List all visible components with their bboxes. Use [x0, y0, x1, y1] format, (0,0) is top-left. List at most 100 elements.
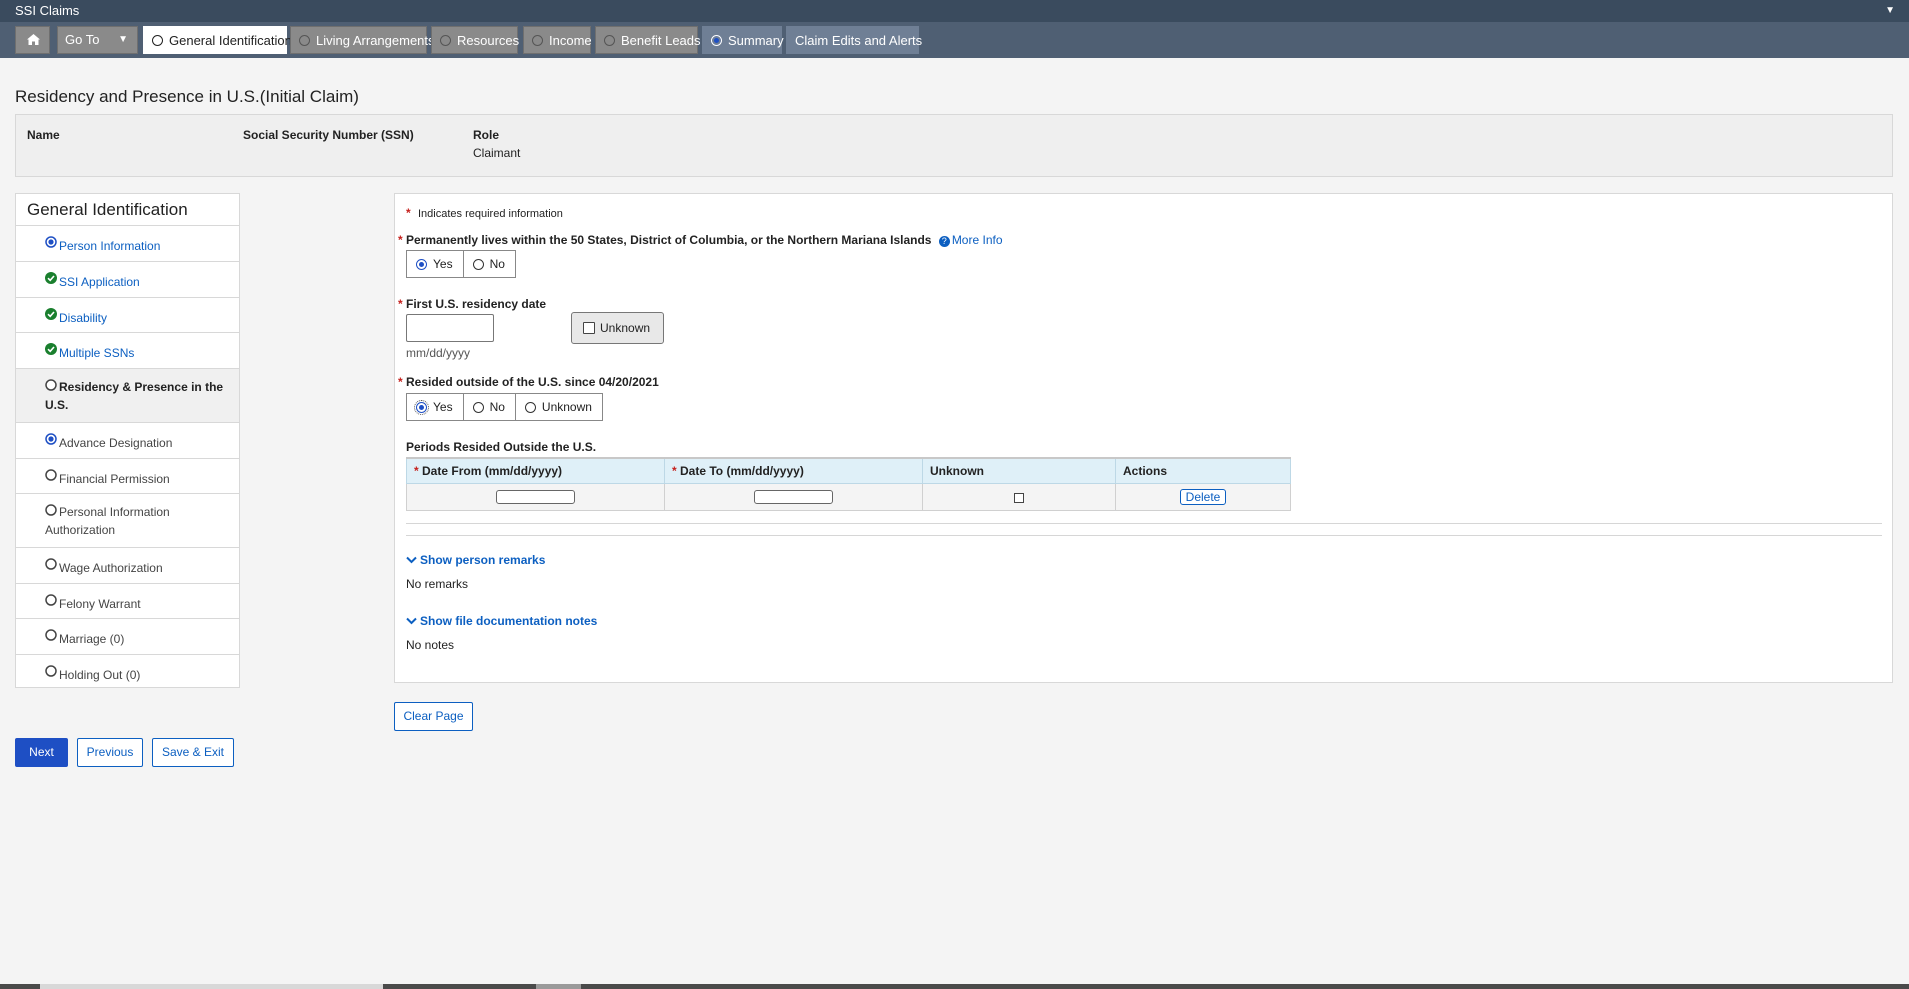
sidebar-item-residency-presence[interactable]: Residency & Presence in the U.S.: [16, 368, 239, 422]
tab-general-identification[interactable]: General Identification: [143, 26, 292, 54]
top-navigation: Go To ▼ General Identification Living Ar…: [0, 22, 1909, 58]
app-title: SSI Claims: [15, 3, 80, 18]
column-header-label: Date To (mm/dd/yyyy): [680, 464, 804, 478]
column-header-actions: Actions: [1115, 457, 1291, 484]
radio-selected-icon: [45, 433, 57, 445]
unknown-label: Unknown: [600, 321, 651, 335]
name-label: Name: [27, 128, 60, 142]
tab-status-icon: [532, 35, 543, 47]
radio-empty-icon: [45, 379, 57, 391]
sidebar-item-personal-info-authorization[interactable]: Personal Information Authorization: [16, 493, 239, 547]
sidebar-item-ssi-application[interactable]: SSI Application: [16, 261, 239, 297]
check-circle-icon: [45, 272, 57, 284]
sidebar-item-label[interactable]: SSI Application: [45, 273, 239, 291]
first-residency-date-input[interactable]: [406, 314, 494, 342]
radio-selected-icon: [414, 399, 429, 415]
required-star-icon: *: [406, 206, 411, 220]
more-info-link[interactable]: ? More Info: [938, 233, 1003, 247]
goto-dropdown[interactable]: Go To ▼: [57, 26, 138, 54]
sidebar-item-holding-out[interactable]: Holding Out (0): [16, 654, 239, 688]
tab-income[interactable]: Income: [523, 26, 592, 54]
option-label: Unknown: [541, 400, 592, 414]
title-bar: SSI Claims ▼: [0, 0, 1909, 22]
tab-label: Claim Edits and Alerts: [795, 33, 923, 48]
radio-selected-icon: [45, 236, 57, 248]
required-star-icon: *: [398, 297, 403, 311]
next-button[interactable]: Next: [15, 738, 68, 767]
option-label: Yes: [433, 257, 453, 271]
previous-button[interactable]: Previous: [77, 738, 143, 767]
cell-date-to: [664, 483, 923, 511]
tab-label: General Identification: [169, 33, 292, 48]
cell-actions: Delete: [1115, 483, 1291, 511]
sidebar-item-label[interactable]: Disability: [45, 309, 239, 327]
sidebar-item-advance-designation[interactable]: Advance Designation: [16, 422, 239, 458]
tab-claim-edits-alerts[interactable]: Claim Edits and Alerts: [786, 26, 923, 54]
sidebar-item-marriage[interactable]: Marriage (0): [16, 618, 239, 654]
checkbox-icon: [583, 321, 595, 334]
cell-unknown: [922, 483, 1116, 511]
tab-status-icon: [299, 35, 310, 47]
horizontal-scrollbar[interactable]: [0, 984, 1909, 989]
tab-label: Benefit Leads: [621, 33, 701, 48]
radio-empty-icon: [472, 401, 484, 413]
show-person-remarks-toggle[interactable]: Show person remarks: [406, 553, 545, 567]
home-icon: [27, 34, 40, 45]
period-unknown-checkbox[interactable]: [1014, 492, 1024, 503]
date-to-input[interactable]: [754, 490, 833, 505]
chevron-down-icon: ▼: [118, 34, 128, 45]
home-button[interactable]: [15, 26, 50, 54]
q3-unknown-radio[interactable]: Unknown: [514, 393, 603, 421]
sidebar-item-label: Felony Warrant: [59, 597, 141, 611]
sidebar-item-label[interactable]: Person Information: [45, 237, 239, 255]
tab-status-icon: [152, 35, 163, 47]
tab-benefit-leads[interactable]: Benefit Leads: [595, 26, 701, 54]
radio-selected-icon: [416, 258, 427, 270]
tab-label: Income: [549, 33, 592, 48]
tab-label: Resources: [457, 33, 520, 48]
question-permanent-residence: Permanently lives within the 50 States, …: [406, 233, 1003, 247]
tab-status-icon: [711, 35, 722, 47]
clear-page-button[interactable]: Clear Page: [394, 702, 473, 731]
tab-status-icon: [604, 35, 615, 47]
sidebar-item-felony-warrant[interactable]: Felony Warrant: [16, 583, 239, 618]
table-header-row: * Date From (mm/dd/yyyy) * Date To (mm/d…: [406, 457, 1291, 484]
table-row: Delete: [406, 483, 1291, 511]
sidebar-title: General Identification: [27, 200, 188, 219]
q3-radio-group: Yes No Unknown: [406, 393, 603, 421]
q3-yes-radio[interactable]: Yes: [406, 393, 464, 421]
date-format-hint: mm/dd/yyyy: [406, 346, 471, 360]
periods-title: Periods Resided Outside the U.S.: [406, 440, 597, 454]
save-exit-button[interactable]: Save & Exit: [152, 738, 234, 767]
form-panel: [394, 193, 1893, 683]
notes-text: No notes: [406, 638, 455, 652]
sidebar-item-person-information[interactable]: Person Information: [16, 225, 239, 261]
tab-resources[interactable]: Resources: [431, 26, 520, 54]
toggle-label: Show file documentation notes: [420, 614, 598, 628]
app-menu-caret-icon[interactable]: ▼: [1885, 0, 1895, 22]
help-icon: ?: [938, 236, 950, 247]
tab-summary[interactable]: Summary: [702, 26, 784, 54]
sidebar-item-wage-authorization[interactable]: Wage Authorization: [16, 547, 239, 583]
sidebar-item-label: Financial Permission: [59, 472, 170, 486]
tab-living-arrangements[interactable]: Living Arrangements: [290, 26, 435, 54]
option-label: No: [489, 257, 505, 271]
sidebar-item-label: Marriage (0): [59, 632, 125, 646]
sidebar-item-label: Residency & Presence in the U.S.: [45, 380, 224, 412]
sidebar-item-disability[interactable]: Disability: [16, 297, 239, 332]
check-circle-icon: [45, 343, 57, 355]
scrollbar-thumb[interactable]: [40, 984, 383, 989]
delete-button[interactable]: Delete: [1179, 489, 1227, 505]
residency-date-unknown-checkbox[interactable]: Unknown: [571, 312, 664, 344]
q1-no-radio[interactable]: No: [462, 250, 516, 278]
date-from-input[interactable]: [496, 490, 575, 505]
scrollbar-segment: [536, 984, 581, 989]
sidebar-item-label[interactable]: Multiple SSNs: [45, 344, 239, 362]
ssn-label: Social Security Number (SSN): [243, 128, 414, 142]
radio-empty-icon: [45, 594, 57, 606]
sidebar-item-financial-permission[interactable]: Financial Permission: [16, 458, 239, 493]
sidebar-item-multiple-ssns[interactable]: Multiple SSNs: [16, 332, 239, 368]
q1-yes-radio[interactable]: Yes: [406, 250, 464, 278]
q3-no-radio[interactable]: No: [462, 393, 516, 421]
show-documentation-notes-toggle[interactable]: Show file documentation notes: [406, 614, 597, 628]
